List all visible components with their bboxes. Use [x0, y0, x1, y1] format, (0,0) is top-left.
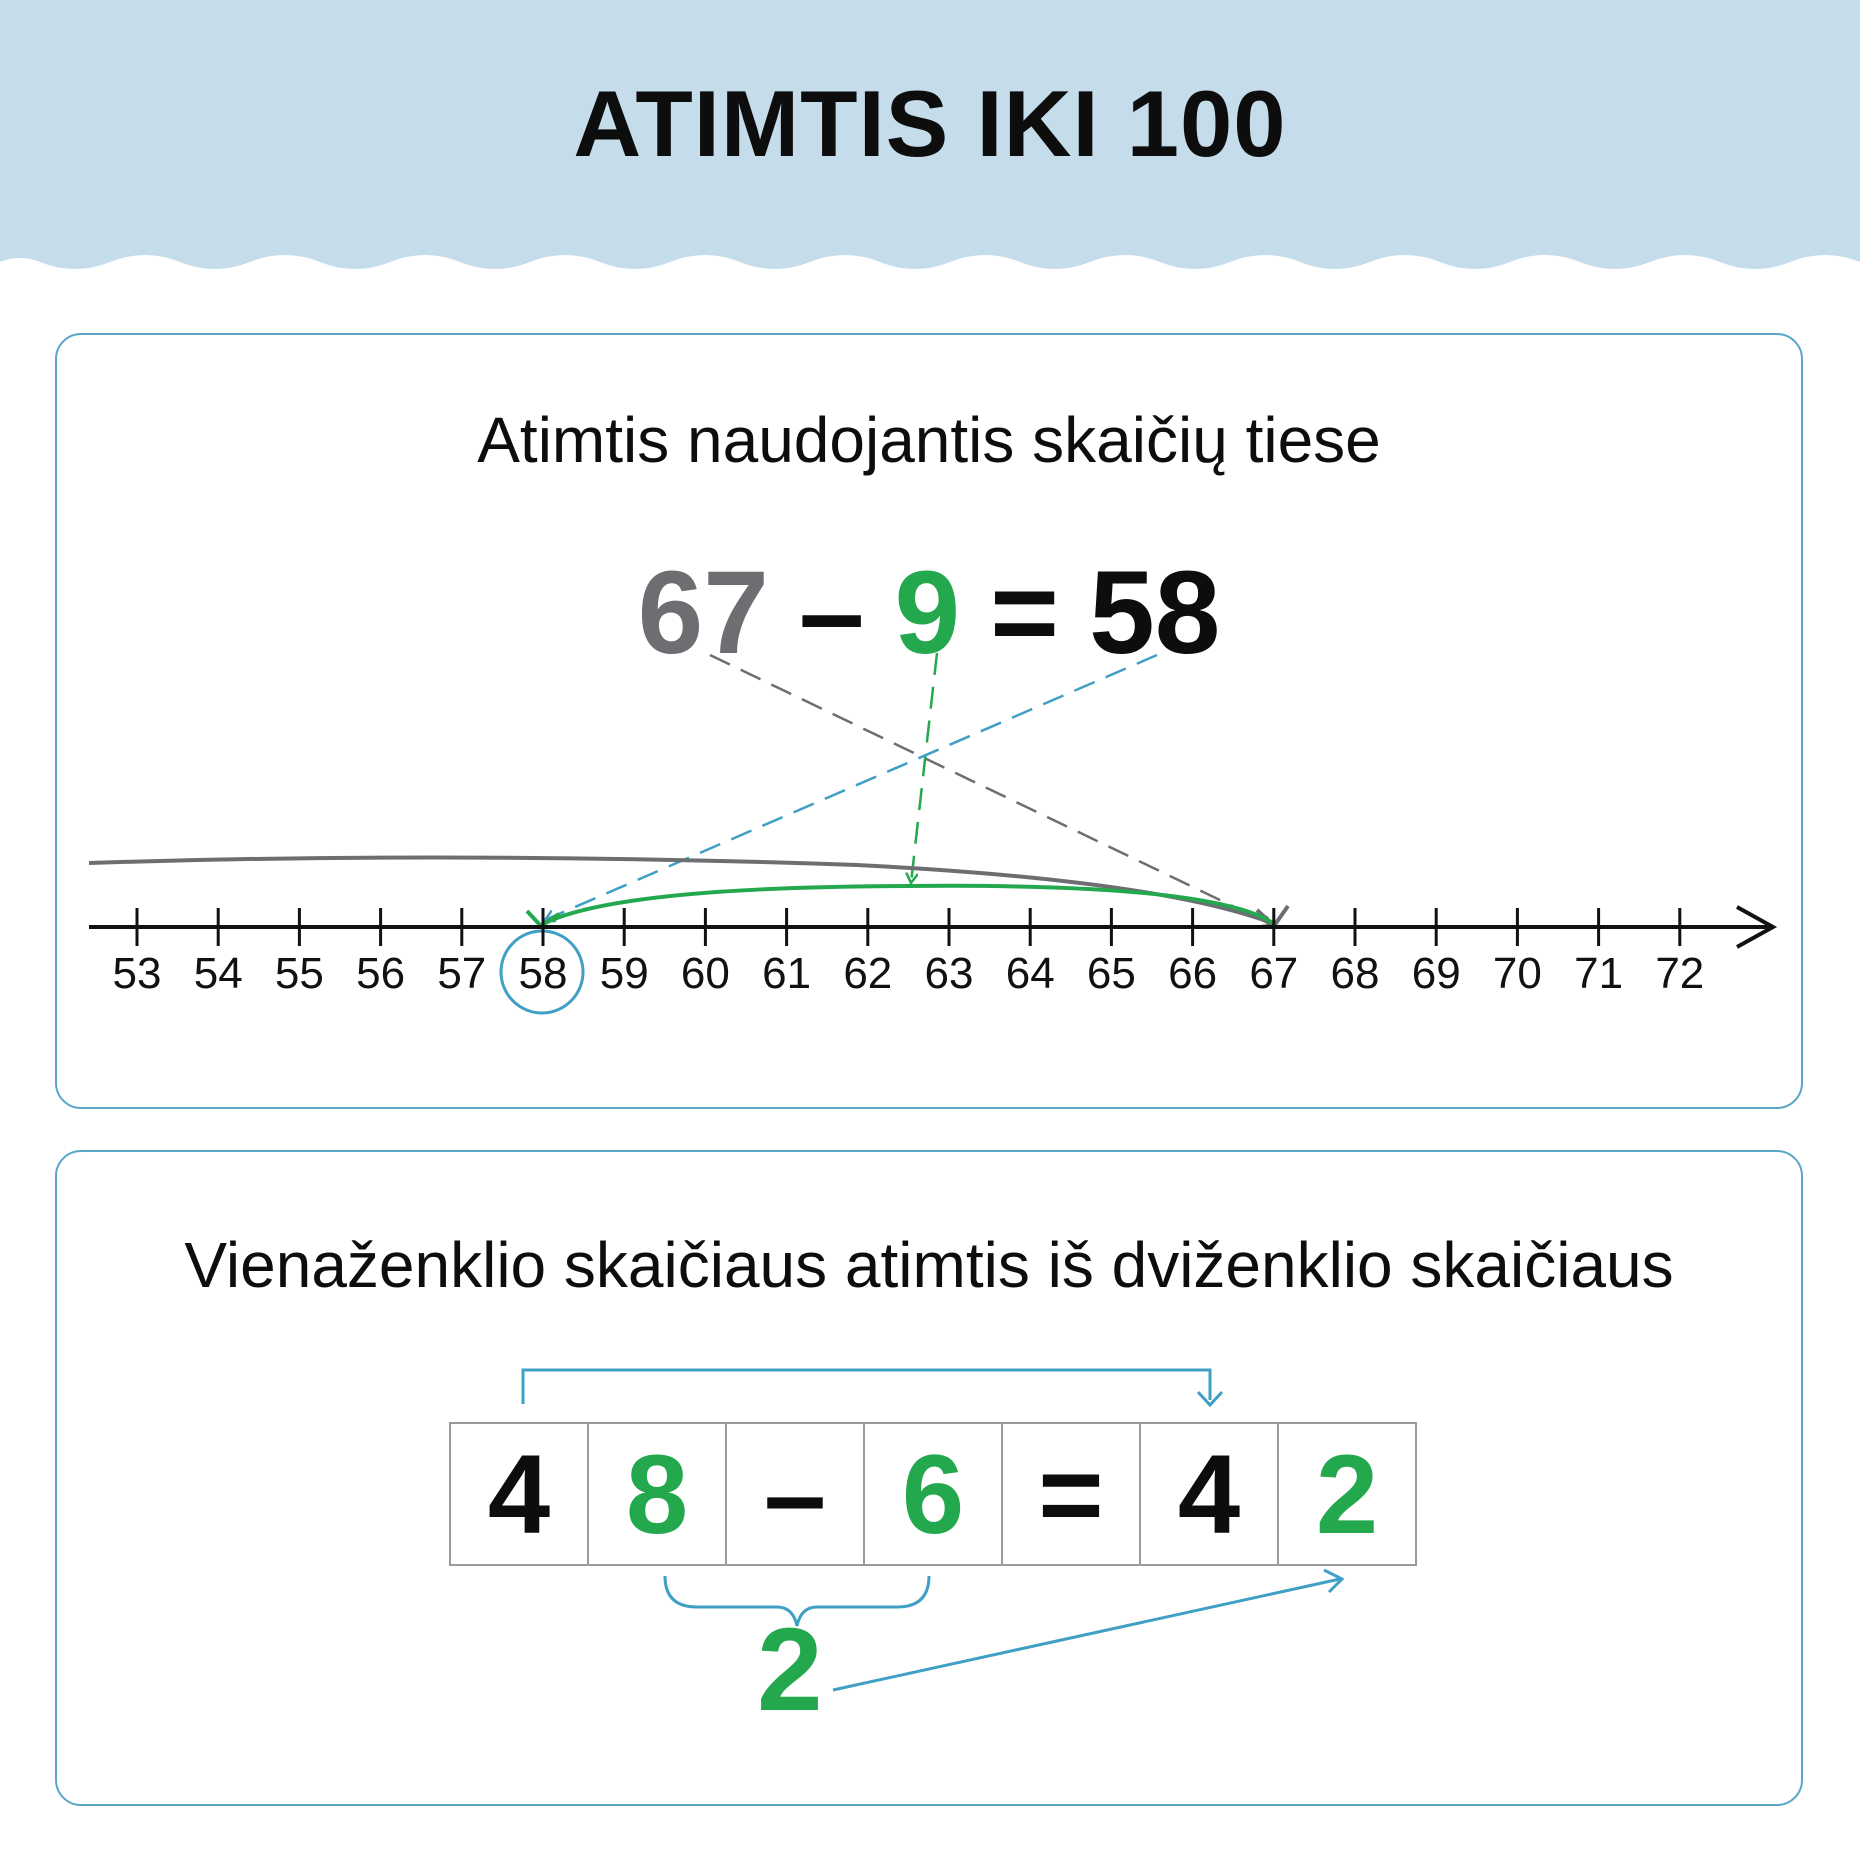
- digit-cell: 6: [863, 1422, 1003, 1566]
- tick-label: 64: [1006, 949, 1055, 998]
- tick-label: 60: [681, 949, 730, 998]
- green-jump-arc: [542, 883, 1276, 926]
- digit-cell: 4: [449, 1422, 589, 1566]
- digit-cells-row: 4 8–6 = 4 2: [449, 1422, 1417, 1566]
- tick-label: 72: [1655, 949, 1704, 998]
- digit-cell: 8: [587, 1422, 727, 1566]
- tick-label: 59: [600, 949, 649, 998]
- tick-label: 55: [275, 949, 324, 998]
- tens-carry-bracket: [521, 1368, 1212, 1404]
- tick-label: 54: [194, 949, 243, 998]
- header-banner: ATIMTIS IKI 100: [0, 0, 1860, 272]
- tick-label: 67: [1249, 949, 1298, 998]
- tick-label: 53: [113, 949, 162, 998]
- tick-label: 61: [762, 949, 811, 998]
- tick-label: 57: [437, 949, 486, 998]
- number-line-ticks: 53 54 55 56 57 58 59 60 61 62 63 64 65 66 67 68 69 70 71 72: [113, 908, 1704, 998]
- digit-subtraction-panel: Vienaženklio skaičiaus atimtis iš dvižen…: [55, 1150, 1803, 1806]
- tick-label: 70: [1493, 949, 1542, 998]
- digit-cell: 2: [1277, 1422, 1417, 1566]
- tick-label: 63: [925, 949, 974, 998]
- tick-label: 62: [843, 949, 892, 998]
- tick-label: 68: [1331, 949, 1380, 998]
- tick-label: 56: [356, 949, 405, 998]
- digit-cell: =: [1001, 1422, 1141, 1566]
- number-line-diagram: 53 54 55 56 57 58 59 60 61 62 63 64 65 66 67 68 69 70 71 72: [88, 652, 1778, 1015]
- units-difference: 2: [757, 1604, 823, 1736]
- tick-label: 66: [1168, 949, 1217, 998]
- page-title: ATIMTIS IKI 100: [573, 71, 1287, 176]
- tick-label: 65: [1087, 949, 1136, 998]
- tick-label: 69: [1412, 949, 1461, 998]
- tick-label: 71: [1574, 949, 1623, 998]
- tick-label: 58: [519, 949, 568, 998]
- dashed-link-subtrahend: [911, 652, 939, 883]
- digit-cell: –: [725, 1422, 865, 1566]
- digit-cell: 4: [1139, 1422, 1279, 1566]
- number-line-panel: Atimtis naudojantis skaičių tiese 67–9 = 5…: [55, 333, 1803, 1109]
- units-result-arrow: [832, 1577, 1341, 1692]
